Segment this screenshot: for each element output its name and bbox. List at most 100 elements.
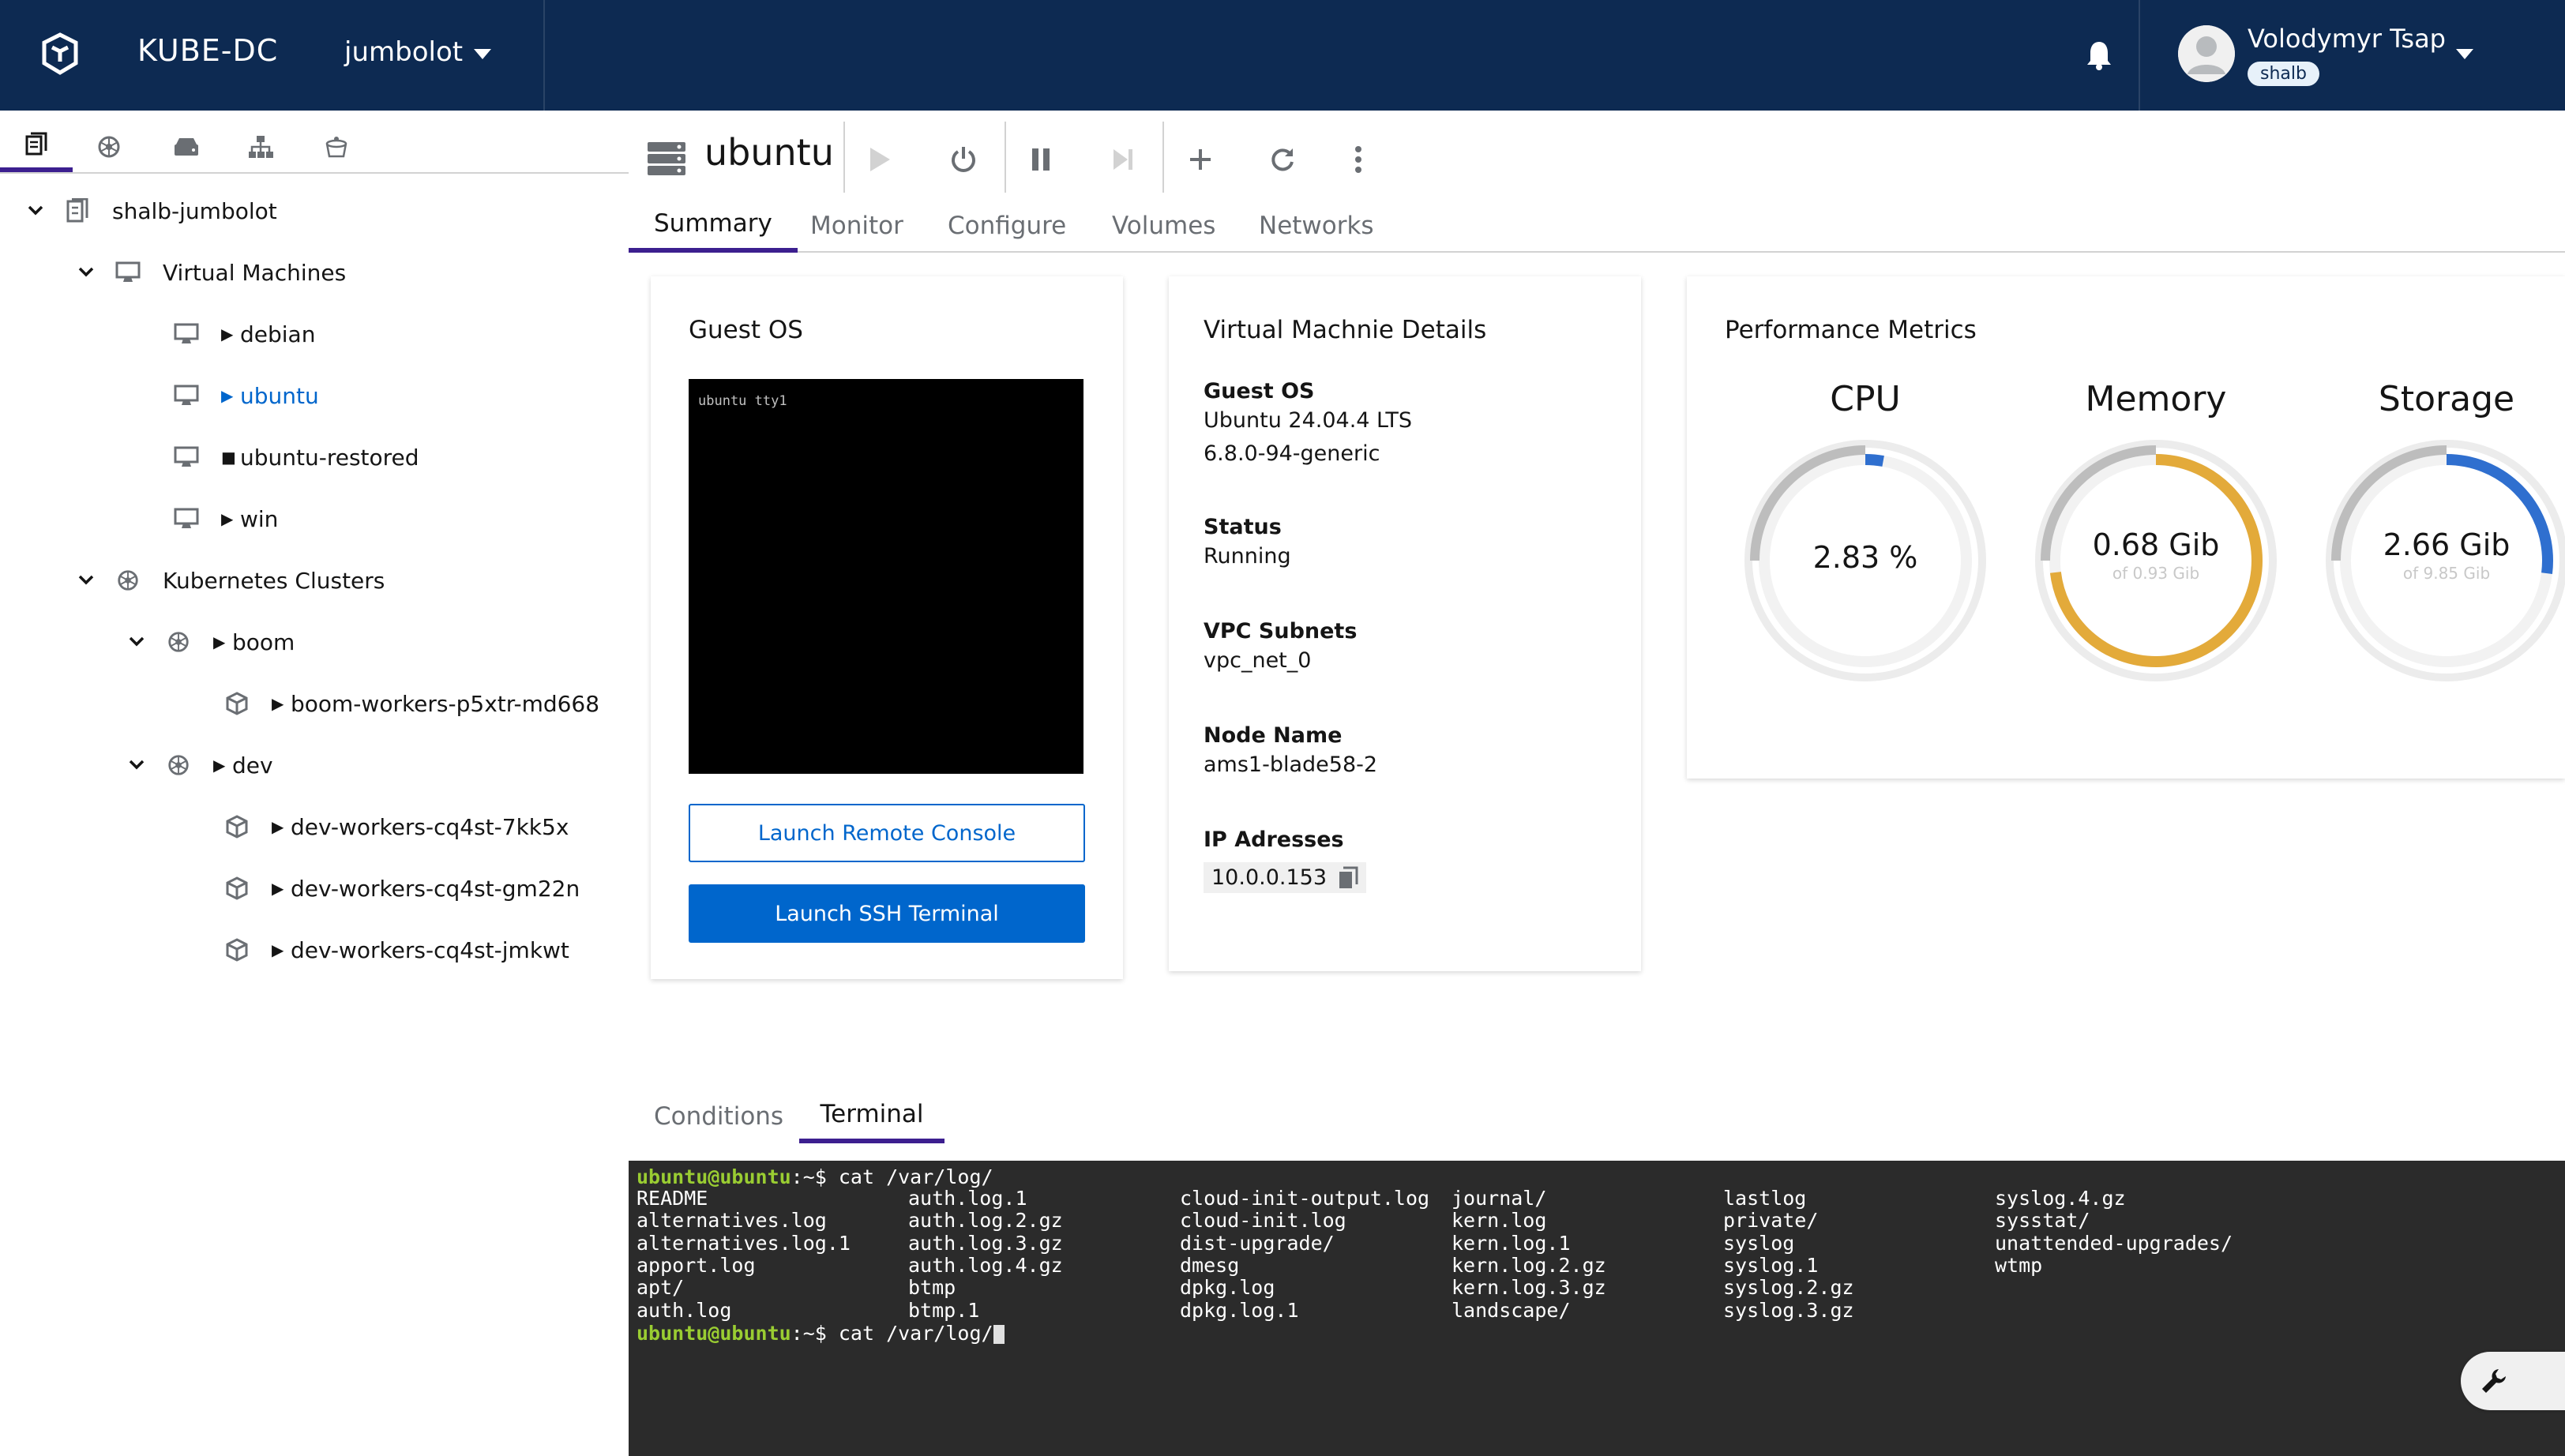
- terminal-output-entry: wtmp: [1995, 1253, 2043, 1277]
- tree-item-vm-ubuntu-restored[interactable]: ■ ubuntu-restored: [172, 433, 419, 482]
- server-icon: [648, 142, 685, 175]
- terminal-output-entry: syslog.2.gz: [1723, 1276, 1854, 1300]
- tab-configure[interactable]: Configure: [922, 199, 1091, 253]
- caret-down-icon: [474, 49, 491, 59]
- terminal-output-entry: auth.log.2.gz: [908, 1209, 1063, 1233]
- pause-icon: [1032, 148, 1050, 171]
- terminal-command-line: ubuntu@ubuntu:~$ cat /var/log/: [637, 1165, 993, 1188]
- tree-item-worker[interactable]: ▶ dev-workers-cq4st-7kk5x: [223, 802, 569, 851]
- terminal-input-line[interactable]: ubuntu@ubuntu:~$ cat /var/log/: [637, 1322, 1005, 1345]
- power-button[interactable]: [940, 136, 987, 183]
- refresh-button[interactable]: [1259, 136, 1306, 183]
- tree-item-vm-ubuntu[interactable]: ▶ ubuntu: [172, 371, 319, 420]
- running-state-icon: ▶: [221, 509, 234, 528]
- tree-item-kubernetes-clusters[interactable]: Kubernetes Clusters: [74, 556, 385, 605]
- bottom-tabs: Conditions Terminal: [629, 1090, 2565, 1148]
- start-button[interactable]: [856, 136, 903, 183]
- chevron-down-icon[interactable]: [74, 261, 98, 284]
- tree-item-virtual-machines[interactable]: Virtual Machines: [74, 248, 346, 297]
- status-value: Running: [1204, 544, 1291, 569]
- bell-icon[interactable]: [2085, 39, 2113, 71]
- brand-name[interactable]: KUBE-DC: [137, 33, 278, 68]
- avatar: [2178, 25, 2235, 82]
- sidebar-tabs: [0, 111, 629, 174]
- tree-item-worker[interactable]: ▶ boom-workers-p5xtr-md668: [223, 679, 599, 728]
- tab-networks[interactable]: Networks: [1234, 199, 1399, 253]
- step-forward-button[interactable]: [1099, 136, 1147, 183]
- launch-ssh-terminal-button[interactable]: Launch SSH Terminal: [689, 884, 1085, 943]
- tab-conditions[interactable]: Conditions: [629, 1090, 809, 1143]
- terminal-current-input: cat /var/log/: [826, 1322, 993, 1345]
- kubernetes-icon: [164, 751, 193, 779]
- terminal-output-entry: auth.log.4.gz: [908, 1253, 1063, 1277]
- terminal-output-entry: dpkg.log: [1180, 1276, 1275, 1300]
- tree-item-label: dev-workers-cq4st-gm22n: [291, 875, 580, 902]
- gauge-title: Storage: [2378, 379, 2515, 419]
- ip-address-value: 10.0.0.153: [1211, 865, 1327, 890]
- tree-item-label: debian: [240, 321, 316, 347]
- tab-volumes[interactable]: Volumes: [1087, 199, 1241, 253]
- sidebar-tab-objects[interactable]: [300, 122, 373, 172]
- tab-summary[interactable]: Summary: [629, 199, 798, 253]
- card-title: Virtual Machnie Details: [1204, 316, 1487, 344]
- performance-metrics-card: Performance Metrics CPU 2.83 % Memory 0.…: [1687, 276, 2565, 779]
- kube-dc-logo-icon[interactable]: [38, 32, 82, 76]
- user-menu[interactable]: Volodymyr Tsap shalb: [2139, 0, 2565, 111]
- kubernetes-icon: [98, 136, 120, 158]
- running-state-icon: ▶: [213, 756, 226, 775]
- terminal-panel[interactable]: ubuntu@ubuntu:~$ cat /var/log/ README alt…: [629, 1161, 2565, 1456]
- chevron-down-icon[interactable]: [24, 199, 47, 223]
- running-state-icon: ▶: [221, 386, 234, 405]
- terminal-output-entry: dmesg: [1180, 1253, 1240, 1277]
- tree-item-worker[interactable]: ▶ dev-workers-cq4st-gm22n: [223, 864, 580, 913]
- terminal-output-entry: landscape/: [1451, 1298, 1571, 1322]
- gauge-subtitle: of 9.85 Gib: [2402, 564, 2491, 583]
- tree-item-vm-debian[interactable]: ▶ debian: [172, 310, 315, 358]
- tree-item-cluster-boom[interactable]: ▶ boom: [125, 617, 295, 666]
- terminal-output-entry: dist-upgrade/: [1180, 1231, 1335, 1255]
- sidebar-tab-kubernetes[interactable]: [73, 122, 145, 172]
- stopped-state-icon: ■: [221, 448, 236, 467]
- chevron-down-icon[interactable]: [74, 569, 98, 592]
- tab-monitor[interactable]: Monitor: [785, 199, 929, 253]
- node-name-value: ams1-blade58-2: [1204, 752, 1378, 777]
- vm-details-card: Virtual Machnie Details Guest OS Ubuntu …: [1169, 276, 1641, 971]
- terminal-output-entry: kern.log: [1451, 1209, 1547, 1233]
- tree-item-root[interactable]: shalb-jumbolot: [24, 186, 277, 235]
- terminal-prompt-suffix: :~$: [791, 1165, 827, 1188]
- guest-os-value: Ubuntu 24.04.4 LTS: [1204, 408, 1413, 433]
- terminal-output-entry: sysstat/: [1995, 1209, 2090, 1233]
- refresh-icon: [1271, 148, 1294, 171]
- tab-terminal[interactable]: Terminal: [799, 1090, 945, 1143]
- kubernetes-icon: [164, 628, 193, 656]
- tree-item-label: ubuntu: [240, 382, 319, 409]
- pause-button[interactable]: [1017, 136, 1065, 183]
- launch-remote-console-button[interactable]: Launch Remote Console: [689, 804, 1085, 862]
- tree-item-label: Kubernetes Clusters: [163, 567, 385, 594]
- gauge-value: 2.83 %: [1812, 540, 1918, 575]
- monitor-icon: [172, 443, 201, 471]
- terminal-output-entry: lastlog: [1723, 1187, 1807, 1210]
- sidebar-tab-resources[interactable]: [0, 122, 73, 172]
- chevron-down-icon[interactable]: [125, 753, 148, 777]
- tree-item-vm-win[interactable]: ▶ win: [172, 494, 278, 543]
- copy-icon[interactable]: [1338, 866, 1358, 890]
- chevron-down-icon[interactable]: [125, 630, 148, 654]
- terminal-output-entry: cloud-init-output.log: [1180, 1187, 1430, 1210]
- project-selector[interactable]: jumbolot: [327, 0, 545, 111]
- terminal-prompt: ubuntu@ubuntu: [637, 1165, 791, 1188]
- kernel-value: 6.8.0-94-generic: [1204, 441, 1380, 466]
- tree-item-cluster-dev[interactable]: ▶ dev: [125, 741, 273, 790]
- tree-item-label: boom: [232, 629, 295, 655]
- more-actions-button[interactable]: [1335, 136, 1382, 183]
- console-preview[interactable]: ubuntu tty1: [689, 379, 1083, 774]
- add-button[interactable]: [1177, 136, 1224, 183]
- tree-item-worker[interactable]: ▶ dev-workers-cq4st-jmkwt: [223, 925, 569, 974]
- sidebar-tab-network[interactable]: [224, 122, 297, 172]
- sidebar-tab-storage[interactable]: [150, 122, 223, 172]
- guest-os-card: Guest OS ubuntu tty1 Launch Remote Conso…: [651, 276, 1123, 979]
- tools-button[interactable]: [2461, 1352, 2565, 1410]
- ip-addresses-label: IP Adresses: [1204, 827, 1344, 852]
- tree-item-label: dev-workers-cq4st-7kk5x: [291, 813, 569, 840]
- terminal-output-entry: unattended-upgrades/: [1995, 1231, 2233, 1255]
